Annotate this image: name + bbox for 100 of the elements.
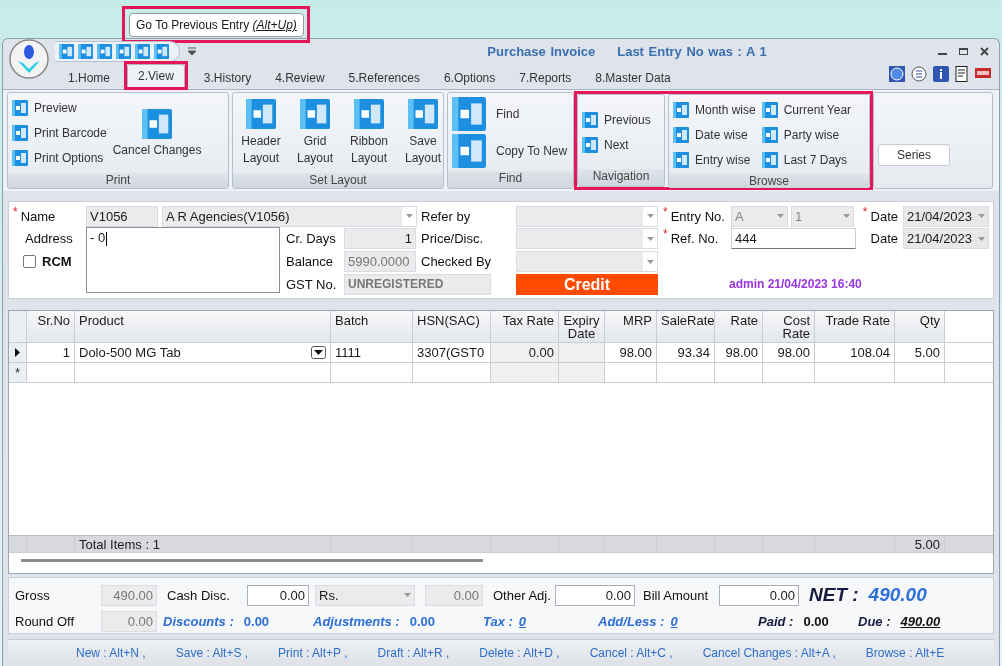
field-label: Cash Disc.: [167, 587, 230, 603]
tab[interactable]: 6.Options: [433, 67, 506, 89]
dropdown-arrow-icon[interactable]: [977, 236, 985, 241]
table-cell[interactable]: [491, 363, 559, 382]
tab[interactable]: 7.Reports: [509, 67, 582, 89]
unit-dropdown[interactable]: Rs.: [315, 584, 415, 606]
ribbon-button[interactable]: Copy To New: [452, 132, 572, 169]
column-header[interactable]: Tax Rate: [491, 311, 559, 342]
table-cell: 0.00: [491, 343, 559, 362]
address-field[interactable]: - 0: [86, 227, 280, 293]
tile-icon: [582, 136, 598, 153]
ribbon-button[interactable]: Ribbon Layout: [345, 95, 393, 171]
tab[interactable]: 4.Review: [265, 67, 335, 89]
total-link[interactable]: 0: [670, 613, 678, 629]
ribbon-button[interactable]: Preview: [12, 95, 107, 121]
ribbon-button[interactable]: Cancel Changes: [112, 95, 202, 171]
column-header[interactable]: Trade Rate: [815, 311, 895, 342]
tile-icon: [582, 111, 598, 128]
exit-icon[interactable]: [975, 66, 991, 80]
column-header[interactable]: SaleRate: [657, 311, 715, 342]
column-header[interactable]: Expiry Date: [559, 311, 605, 342]
column-header[interactable]: Product: [75, 311, 331, 342]
round-off-field[interactable]: 0.00: [101, 610, 157, 632]
dropdown-arrow-icon[interactable]: [842, 214, 850, 218]
tile-icon: [12, 150, 28, 166]
ribbon-button[interactable]: Header Layout: [237, 95, 285, 171]
tile-icon: [354, 99, 384, 129]
ribbon-button[interactable]: Month wise: [673, 97, 756, 122]
date-picker[interactable]: 21/04/2023: [903, 228, 989, 249]
dropdown-arrow-icon[interactable]: [403, 593, 411, 597]
gst-field[interactable]: UNREGISTERED: [344, 273, 491, 295]
dropdown-button-icon[interactable]: [311, 346, 326, 359]
ribbon-button[interactable]: Date wise: [673, 122, 756, 147]
dropdown[interactable]: [516, 251, 658, 272]
ribbon-button[interactable]: Entry wise: [673, 147, 756, 172]
party-dropdown[interactable]: A R Agencies(V1056): [162, 205, 417, 227]
tab[interactable]: 8.Master Data: [585, 67, 681, 89]
ribbon-button[interactable]: Save Layout: [399, 95, 447, 171]
payment-mode-badge: Credit: [516, 273, 658, 295]
tab[interactable]: 5.References: [338, 67, 430, 89]
document-icon[interactable]: [955, 66, 969, 82]
cash-disc-field[interactable]: 0.00: [247, 584, 309, 606]
series-button[interactable]: Series: [878, 143, 950, 166]
field-label: RCM: [42, 254, 72, 269]
dropdown[interactable]: [516, 228, 658, 249]
database-icon[interactable]: [911, 66, 927, 82]
ribbon-button[interactable]: Grid Layout: [291, 95, 339, 171]
tile-icon: [761, 126, 778, 143]
required-mark: *: [663, 205, 668, 219]
column-header[interactable]: Batch: [331, 311, 413, 342]
ribbon-button[interactable]: Print Barcode: [12, 120, 107, 146]
ribbon-button[interactable]: Find: [452, 95, 572, 132]
help-icon[interactable]: [889, 66, 905, 82]
field-label: Address: [25, 231, 73, 246]
ribbon-button[interactable]: Last 7 Days: [761, 147, 852, 172]
field-label: Bill Amount: [643, 587, 709, 603]
ribbon-button[interactable]: Previous: [582, 107, 651, 132]
ribbon-button[interactable]: Print Options: [12, 145, 107, 171]
total-link[interactable]: 0: [518, 613, 527, 629]
maximize-icon[interactable]: [959, 46, 968, 56]
balance-field[interactable]: 5990.0000: [344, 251, 416, 272]
column-header[interactable]: MRP: [605, 311, 657, 342]
tab[interactable]: 3.History: [193, 67, 262, 89]
tab[interactable]: 2.View: [127, 64, 185, 87]
tab[interactable]: 1.Home: [58, 67, 121, 89]
table-cell[interactable]: [559, 363, 605, 382]
dropdown[interactable]: [516, 205, 658, 227]
ribbon-button[interactable]: Party wise: [761, 122, 852, 147]
column-header[interactable]: Rate: [715, 311, 763, 342]
required-mark: *: [13, 205, 18, 219]
cr-days-field[interactable]: 1: [344, 228, 416, 249]
dropdown-arrow-icon[interactable]: [646, 259, 654, 264]
column-header[interactable]: HSN(SAC): [413, 311, 491, 342]
gross-field[interactable]: 490.00: [101, 584, 157, 606]
field-label: Ref. No.: [670, 231, 719, 246]
tile-icon: [300, 99, 330, 129]
column-header[interactable]: Qty: [895, 311, 945, 342]
bill-amount-field[interactable]: 0.00: [719, 584, 799, 606]
ribbon-button[interactable]: Next: [582, 132, 651, 157]
party-code-field[interactable]: V1056: [86, 205, 158, 227]
column-header[interactable]: Cost Rate: [763, 311, 815, 342]
dropdown-arrow-icon[interactable]: [405, 214, 413, 218]
column-header[interactable]: Sr.No: [27, 311, 75, 342]
other-adj-field[interactable]: 0.00: [555, 584, 635, 606]
tile-icon: [761, 151, 778, 168]
customize-icon[interactable]: [188, 47, 196, 55]
date-picker[interactable]: 21/04/2023: [903, 205, 989, 227]
ref-no-field[interactable]: 444: [731, 228, 856, 249]
scrollbar[interactable]: [21, 559, 483, 562]
checkbox[interactable]: [23, 255, 36, 268]
cash-disc-amount-field[interactable]: 0.00: [425, 584, 483, 606]
info-icon[interactable]: [933, 66, 949, 82]
close-icon[interactable]: [980, 46, 989, 56]
dropdown-arrow-icon[interactable]: [776, 214, 784, 218]
window-title: Purchase Invoice: [487, 43, 596, 59]
dropdown-arrow-icon[interactable]: [977, 214, 985, 218]
dropdown-arrow-icon[interactable]: [646, 214, 654, 218]
dropdown-arrow-icon[interactable]: [646, 236, 654, 241]
shortcut-hint: New : Alt+N ,: [76, 646, 146, 660]
ribbon-button[interactable]: Current Year: [761, 97, 852, 122]
